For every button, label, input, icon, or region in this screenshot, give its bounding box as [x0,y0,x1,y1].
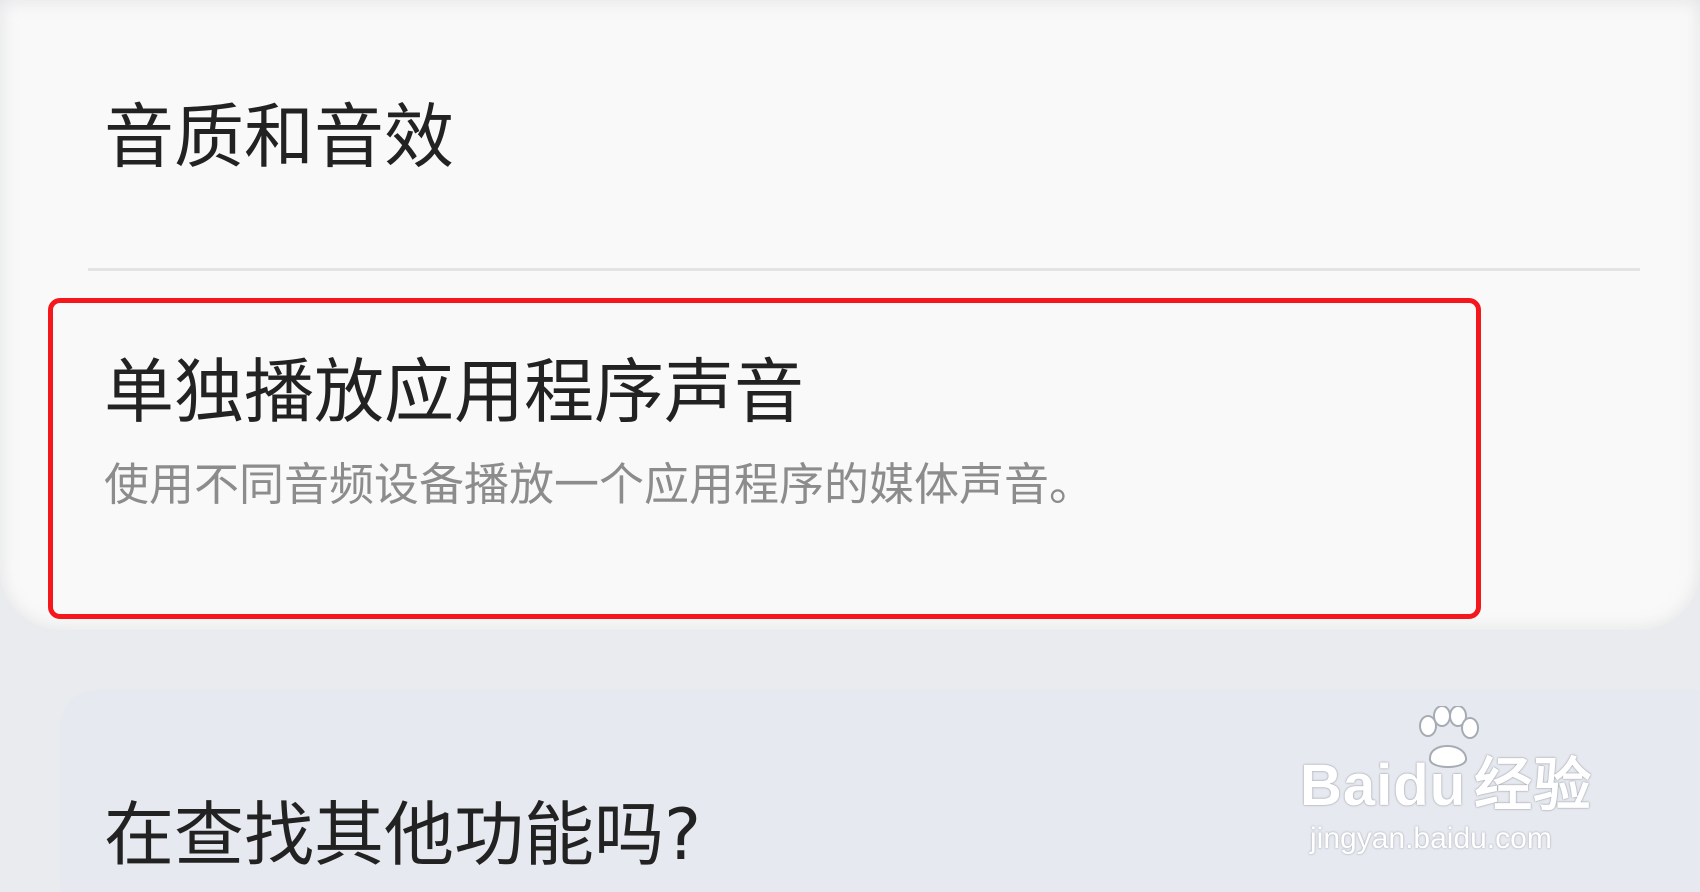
divider [88,268,1640,271]
settings-item-sound-quality[interactable]: 音质和音效 [0,0,1700,268]
settings-item-subtitle: 使用不同音频设备播放一个应用程序的媒体声音。 [104,458,1095,511]
settings-item-title: 音质和音效 [104,96,454,178]
settings-item-separate-app-sound[interactable]: 单独播放应用程序声音 使用不同音频设备播放一个应用程序的媒体声音。 [0,272,1700,630]
search-features-title: 在查找其他功能吗? [104,794,702,876]
settings-item-title: 单独播放应用程序声音 [104,351,804,433]
screen: 音质和音效 单独播放应用程序声音 使用不同音频设备播放一个应用程序的媒体声音。 … [0,0,1700,892]
